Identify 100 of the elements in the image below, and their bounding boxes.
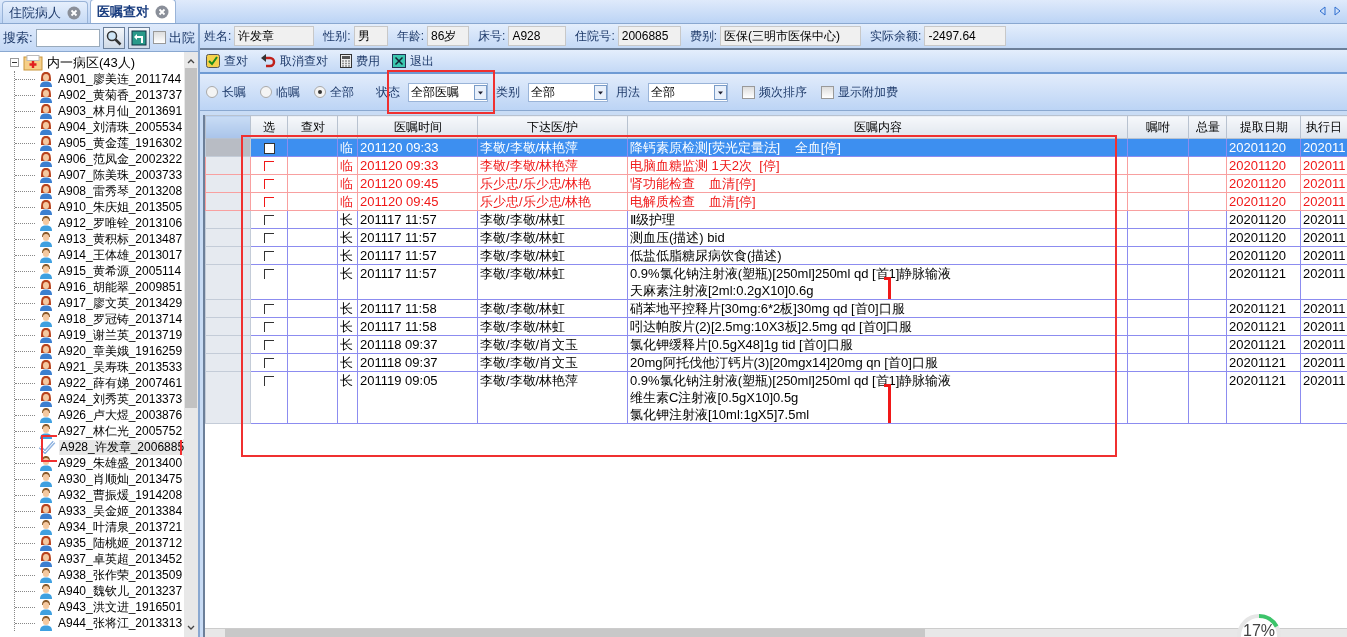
right-arrow-icon[interactable] — [1334, 6, 1341, 16]
patient-item[interactable]: A922_薛有娣_2007461 — [57, 374, 184, 392]
table-cell: 201120 09:45 — [357, 174, 478, 193]
patient-item[interactable]: A920_章美娥_1916259 — [57, 342, 184, 360]
patient-item[interactable]: A903_林月仙_2013691 — [57, 102, 184, 120]
male-patient-icon — [38, 263, 54, 279]
patient-item[interactable]: A924_刘秀英_2013373 — [57, 390, 184, 408]
table-cell: 长 — [337, 264, 358, 300]
tab[interactable]: 医嘱查对 — [90, 0, 176, 23]
patient-item[interactable]: A902_黄菊香_2013737 — [57, 86, 184, 104]
patient-item[interactable]: A914_王体雄_2013017 — [57, 246, 184, 264]
column-header[interactable]: 医嘱时间 — [357, 115, 478, 139]
female-patient-icon — [38, 135, 54, 151]
row-checkbox[interactable] — [264, 197, 274, 207]
toolbar-button[interactable]: 取消查对 — [258, 52, 330, 70]
filter-dropdown[interactable]: 全部 — [528, 82, 608, 102]
close-box-icon — [392, 54, 406, 68]
patient-field-value: 许发章 — [234, 26, 315, 46]
patient-item[interactable]: A934_叶清泉_2013721 — [57, 518, 184, 536]
patient-item[interactable]: A917_廖文英_2013429 — [57, 294, 184, 312]
row-checkbox[interactable] — [264, 269, 274, 279]
search-field[interactable] — [35, 28, 100, 47]
refresh-button[interactable] — [127, 26, 150, 49]
radio-button[interactable] — [314, 86, 326, 98]
option-checkbox[interactable] — [742, 85, 755, 99]
row-checkbox[interactable] — [264, 322, 274, 332]
patient-item[interactable]: A904_刘清珠_2005534 — [57, 118, 184, 136]
patient-item[interactable]: A905_黄金莲_1916302 — [57, 134, 184, 152]
row-checkbox[interactable] — [264, 340, 274, 350]
row-header[interactable] — [205, 264, 251, 300]
left-arrow-icon[interactable] — [1319, 6, 1326, 16]
patient-item[interactable]: A913_黄积标_2013487 — [57, 230, 184, 248]
radio-button[interactable] — [260, 86, 272, 98]
tab[interactable]: 住院病人 — [2, 1, 88, 23]
patient-item[interactable]: A910_朱庆姐_2013505 — [57, 198, 184, 216]
option-label: 频次排序 — [759, 83, 807, 101]
row-checkbox[interactable] — [264, 251, 274, 261]
collapse-icon[interactable] — [10, 58, 19, 67]
patient-item[interactable]: A943_洪文进_1916501 — [57, 598, 184, 616]
patient-item[interactable]: A933_吴金姬_2013384 — [57, 502, 184, 520]
table-cell-text: 测血压(描述) bid — [630, 229, 726, 246]
patient-item[interactable]: A940_魏钦儿_2013237 — [57, 582, 184, 600]
toolbar-button[interactable]: 查对 — [204, 52, 250, 70]
patient-item[interactable]: A921_吴寿珠_2013533 — [57, 358, 184, 376]
patient-item[interactable]: A935_陆桃姬_2013712 — [57, 534, 184, 552]
patient-item[interactable]: A907_陈美珠_2003733 — [57, 166, 184, 184]
patient-item[interactable]: A944_张将江_2013313 — [57, 614, 184, 632]
column-header[interactable]: 下达医/护 — [477, 115, 628, 139]
toolbar-button[interactable]: 费用 — [338, 52, 382, 70]
patient-item[interactable]: A927_林仁光_2005752 — [57, 422, 184, 440]
male-patient-icon — [38, 583, 54, 599]
column-header[interactable]: 嘱咐 — [1127, 115, 1189, 139]
table-cell-text: 吲达帕胺片(2)[2.5mg:10X3板]2.5mg qd [首0]口服 — [630, 318, 914, 335]
row-checkbox[interactable] — [264, 233, 274, 243]
patient-item[interactable]: A908_雷秀琴_2013208 — [57, 182, 184, 200]
vertical-scrollbar[interactable] — [184, 52, 198, 637]
patient-item[interactable]: A930_肖顺灿_2013475 — [57, 470, 184, 488]
patient-item[interactable]: A901_廖美连_2011744 — [57, 70, 183, 88]
row-checkbox[interactable] — [264, 215, 274, 225]
option-label: 显示附加费 — [838, 83, 898, 101]
option-checkbox[interactable] — [821, 85, 834, 99]
column-header[interactable]: 执行日 — [1300, 115, 1347, 139]
radio-button[interactable] — [206, 86, 218, 98]
column-header[interactable]: 提取日期 — [1226, 115, 1301, 139]
column-header[interactable]: 总量 — [1188, 115, 1227, 139]
column-header[interactable]: 医嘱内容 — [627, 115, 1128, 139]
table-cell: 李敬/李敬/林虹 — [477, 246, 628, 265]
scroll-up-icon[interactable] — [187, 58, 195, 64]
row-checkbox[interactable] — [264, 161, 274, 171]
female-patient-icon — [38, 103, 54, 119]
patient-item[interactable]: A926_卢大煜_2003876 — [57, 406, 184, 424]
row-checkbox[interactable] — [264, 179, 274, 189]
patient-item[interactable]: A912_罗唯铨_2013106 — [57, 214, 184, 232]
toolbar-button[interactable]: 退出 — [390, 52, 436, 70]
patient-item[interactable]: A906_范凤金_2002322 — [57, 150, 184, 168]
ward-label[interactable]: 内一病区(43人) — [47, 53, 136, 72]
patient-item[interactable]: A919_谢兰英_2013719 — [57, 326, 184, 344]
patient-item[interactable]: A937_卓英超_2013452 — [57, 550, 184, 568]
row-header[interactable] — [205, 371, 251, 424]
scroll-down-icon[interactable] — [187, 625, 195, 631]
checkmark-icon — [38, 440, 56, 454]
row-checkbox[interactable] — [264, 304, 274, 314]
search-button[interactable] — [102, 26, 125, 49]
patient-item[interactable]: A915_黄希源_2005114 — [57, 262, 183, 280]
patient-item[interactable]: A918_罗冠铸_2013714 — [57, 310, 184, 328]
row-checkbox[interactable] — [264, 358, 274, 368]
table-cell-text: 电脑血糖监测 1天2次 [停] — [630, 157, 781, 174]
close-icon[interactable] — [67, 5, 81, 20]
patient-field-label: 姓名: — [204, 27, 232, 45]
filter-label: 类别 — [496, 83, 520, 101]
patient-item[interactable]: A932_曹振煖_1914208 — [57, 486, 184, 504]
patient-item[interactable]: A938_张作荣_2013509 — [57, 566, 184, 584]
filter-dropdown[interactable]: 全部 — [648, 82, 728, 102]
discharged-checkbox[interactable] — [152, 31, 166, 44]
table-cell: 李敬/李敬/肖文玉 — [477, 353, 628, 372]
close-icon[interactable] — [155, 4, 169, 19]
row-checkbox[interactable] — [264, 376, 274, 386]
filter-dropdown[interactable]: 全部医嘱 — [408, 82, 488, 102]
row-checkbox[interactable] — [263, 143, 275, 154]
patient-item[interactable]: A916_胡能翠_2009851 — [57, 278, 184, 296]
